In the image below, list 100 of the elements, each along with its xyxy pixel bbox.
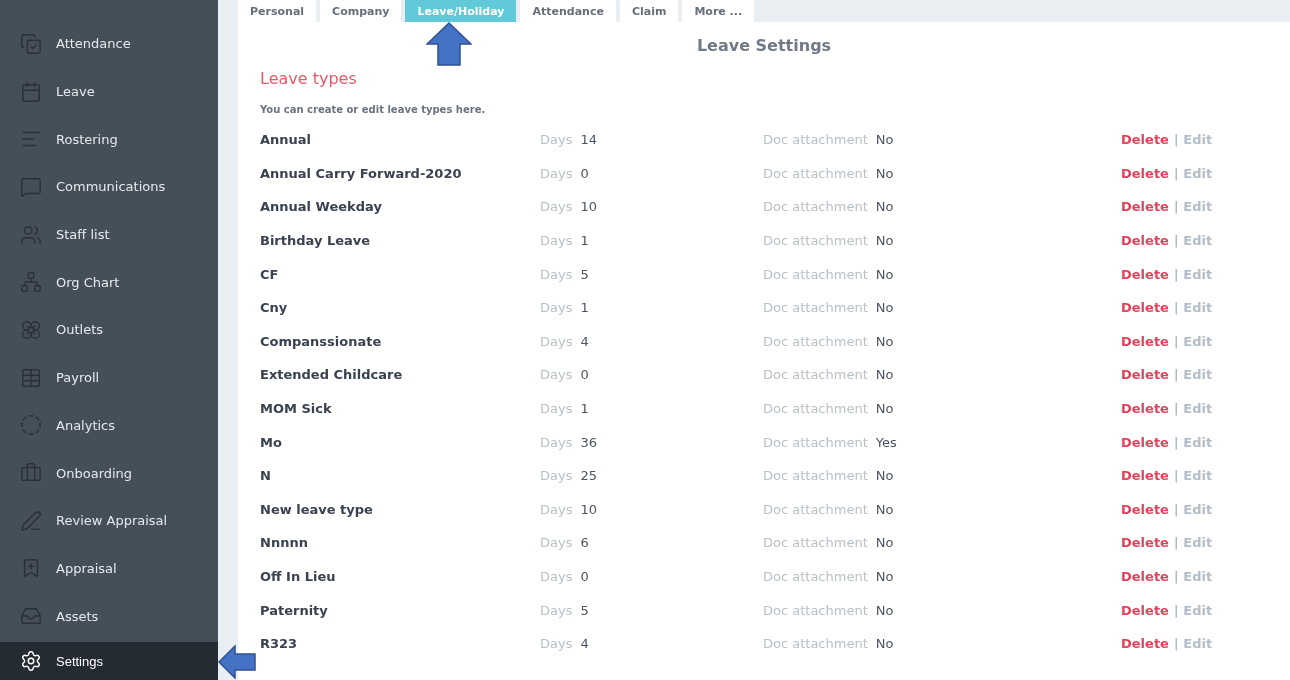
separator: | bbox=[1173, 434, 1179, 450]
sidebar-item[interactable]: Leave bbox=[0, 67, 218, 116]
delete-link[interactable]: Delete bbox=[1121, 535, 1169, 551]
delete-link[interactable]: Delete bbox=[1121, 199, 1169, 215]
days-label: Days bbox=[540, 333, 573, 349]
sidebar-item[interactable]: Communications bbox=[0, 163, 218, 211]
days-label: Days bbox=[540, 199, 573, 215]
days-label: Days bbox=[540, 468, 573, 484]
doc-attachment-value: No bbox=[875, 132, 894, 148]
doc-attachment-value: No bbox=[875, 199, 894, 215]
doc-attachment-label: Doc attachment bbox=[763, 300, 868, 316]
leave-type-name: Annual bbox=[260, 132, 313, 148]
days-label: Days bbox=[540, 636, 573, 652]
tab[interactable]: Personal bbox=[238, 0, 317, 22]
people-icon bbox=[20, 223, 42, 246]
doc-attachment-label: Doc attachment bbox=[763, 468, 868, 484]
delete-link[interactable]: Delete bbox=[1121, 434, 1169, 450]
separator: | bbox=[1173, 333, 1179, 349]
doc-attachment-value: No bbox=[875, 300, 894, 316]
days-value: 6 bbox=[580, 535, 589, 551]
sidebar-item[interactable]: Org Chart bbox=[0, 258, 218, 307]
leave-type-name: CF bbox=[260, 266, 280, 282]
doc-attachment-value: No bbox=[875, 233, 894, 249]
sidebar-item[interactable]: Rostering bbox=[0, 115, 218, 164]
days-value: 5 bbox=[580, 266, 589, 282]
sidebar-item[interactable]: Outlets bbox=[0, 306, 218, 354]
section-title: Leave types bbox=[260, 69, 358, 88]
doc-attachment-label: Doc attachment bbox=[763, 333, 868, 349]
leave-type-name: Cny bbox=[260, 300, 289, 316]
leave-type-name: Mo bbox=[260, 434, 283, 450]
days-value: 25 bbox=[580, 468, 597, 484]
days-value: 10 bbox=[580, 501, 597, 517]
days-label: Days bbox=[540, 569, 573, 584]
delete-link[interactable]: Delete bbox=[1121, 367, 1169, 383]
delete-link[interactable]: Delete bbox=[1121, 501, 1169, 517]
calendar-icon bbox=[20, 80, 42, 103]
days-label: Days bbox=[540, 300, 573, 316]
days-value: 14 bbox=[580, 132, 597, 148]
doc-attachment-label: Doc attachment bbox=[763, 132, 868, 148]
separator: | bbox=[1173, 132, 1179, 148]
days-label: Days bbox=[540, 434, 573, 450]
days-value: 4 bbox=[580, 333, 589, 349]
tab[interactable]: Attendance bbox=[520, 0, 616, 22]
page-title: Leave Settings bbox=[695, 36, 833, 55]
doc-attachment-label: Doc attachment bbox=[763, 636, 868, 652]
delete-link[interactable]: Delete bbox=[1121, 132, 1169, 148]
leave-type-name: Off In Lieu bbox=[260, 569, 337, 584]
leave-type-name: MOM Sick bbox=[260, 401, 333, 417]
sidebar-item[interactable]: Staff list bbox=[0, 210, 218, 259]
separator: | bbox=[1173, 468, 1179, 484]
delete-link[interactable]: Delete bbox=[1121, 401, 1169, 417]
sidebar-item[interactable]: Onboarding bbox=[0, 449, 218, 497]
sidebar-item[interactable]: Analytics bbox=[0, 401, 218, 450]
sidebar-item[interactable]: Settings bbox=[0, 642, 218, 680]
doc-attachment-value: No bbox=[875, 333, 894, 349]
hierarchy-icon bbox=[20, 271, 42, 294]
delete-link[interactable]: Delete bbox=[1121, 636, 1169, 652]
doc-attachment-label: Doc attachment bbox=[763, 401, 868, 417]
doc-attachment-label: Doc attachment bbox=[763, 199, 868, 215]
doc-attachment-label: Doc attachment bbox=[763, 602, 868, 618]
doc-attachment-label: Doc attachment bbox=[763, 501, 868, 517]
doc-attachment-value: No bbox=[875, 569, 894, 584]
arrow-icon bbox=[426, 22, 472, 66]
doc-attachment-label: Doc attachment bbox=[763, 535, 868, 551]
tab[interactable]: More ... bbox=[682, 0, 755, 22]
doc-attachment-label: Doc attachment bbox=[763, 165, 868, 181]
delete-link[interactable]: Delete bbox=[1121, 468, 1169, 484]
doc-attachment-value: No bbox=[875, 602, 894, 618]
days-value: 10 bbox=[580, 199, 597, 215]
days-value: 0 bbox=[580, 165, 589, 181]
sidebar-item[interactable]: Assets bbox=[0, 592, 218, 640]
tab[interactable]: Company bbox=[320, 0, 402, 22]
delete-link[interactable]: Delete bbox=[1121, 569, 1169, 584]
days-label: Days bbox=[540, 132, 573, 148]
circle-icon bbox=[20, 414, 42, 437]
delete-link[interactable]: Delete bbox=[1121, 266, 1169, 282]
delete-link[interactable]: Delete bbox=[1121, 602, 1169, 618]
days-label: Days bbox=[540, 233, 573, 249]
pen-icon bbox=[20, 509, 42, 532]
section-hint: You can create or edit leave types here. bbox=[260, 104, 487, 115]
sidebar-item[interactable]: Attendance bbox=[0, 20, 218, 68]
days-value: 1 bbox=[580, 300, 589, 316]
doc-attachment-value: No bbox=[875, 636, 894, 652]
days-value: 1 bbox=[580, 401, 589, 417]
delete-link[interactable]: Delete bbox=[1121, 300, 1169, 316]
days-label: Days bbox=[540, 401, 573, 417]
sidebar-item[interactable]: Review Appraisal bbox=[0, 496, 218, 545]
delete-link[interactable]: Delete bbox=[1121, 233, 1169, 249]
doc-attachment-label: Doc attachment bbox=[763, 233, 868, 249]
leave-type-name: Annual Weekday bbox=[260, 199, 383, 215]
sidebar-item[interactable]: Payroll bbox=[0, 353, 218, 402]
doc-attachment-value: No bbox=[875, 535, 894, 551]
sidebar-item[interactable]: Appraisal bbox=[0, 544, 218, 593]
tab[interactable]: Claim bbox=[619, 0, 679, 22]
leave-type-name: Nnnnn bbox=[260, 535, 309, 551]
delete-link[interactable]: Delete bbox=[1121, 165, 1169, 181]
doc-attachment-value: No bbox=[875, 401, 894, 417]
delete-link[interactable]: Delete bbox=[1121, 333, 1169, 349]
doc-attachment-label: Doc attachment bbox=[763, 569, 868, 584]
doc-attachment-value: No bbox=[875, 468, 894, 484]
